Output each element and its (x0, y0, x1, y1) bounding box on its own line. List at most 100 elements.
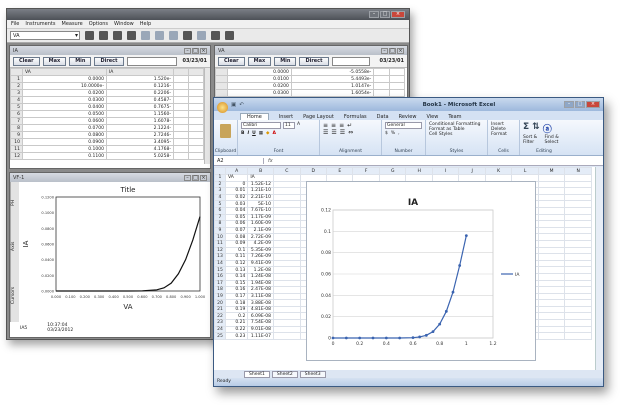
empty-cell[interactable] (187, 96, 205, 104)
column-header[interactable]: H (405, 167, 433, 175)
va-cell[interactable]: 0.1000 (22, 145, 107, 153)
cell-b[interactable]: 7.26E-09 (247, 253, 275, 261)
value-cell[interactable]: -5.0558e- (290, 68, 375, 76)
cell[interactable] (537, 226, 566, 235)
va-cell[interactable]: 10.0000e- (22, 82, 107, 90)
cell[interactable] (564, 180, 592, 189)
va-cell[interactable]: 0.0400 (22, 103, 107, 111)
cell-a[interactable]: VA (224, 174, 249, 182)
column-header[interactable]: E (325, 167, 354, 175)
empty-cell[interactable] (373, 89, 390, 97)
va-cell[interactable]: 0.0000 (22, 75, 107, 83)
table-row[interactable]: 0.0200 1.0147e- (215, 82, 406, 90)
row-header[interactable]: 4 (214, 193, 226, 202)
cell-a[interactable]: 0.06 (224, 220, 249, 228)
clear-button[interactable]: Clear (218, 56, 245, 66)
va-cell[interactable]: 0.0600 (22, 117, 107, 125)
cell[interactable] (537, 325, 566, 334)
cell[interactable] (273, 206, 301, 215)
direct-button[interactable]: Direct (299, 56, 329, 66)
cell-b[interactable]: 2.1E-09 (247, 226, 275, 235)
cell[interactable] (537, 286, 566, 294)
cell[interactable] (537, 200, 566, 208)
min-button[interactable]: Min (69, 56, 92, 66)
min-button[interactable]: Min (274, 56, 297, 66)
cell[interactable] (537, 312, 566, 321)
office-button-icon[interactable] (217, 102, 228, 113)
row-header[interactable]: 25 (214, 332, 226, 340)
va-cell[interactable]: 0.0000 (227, 68, 292, 76)
cell[interactable] (564, 253, 592, 261)
maximize-button[interactable]: □ (389, 47, 396, 54)
table-row[interactable]: 2 10.0000e- 0.1216- (10, 82, 205, 90)
va-cell[interactable]: 0.0300 (22, 96, 107, 104)
font-color-icon[interactable]: A (273, 131, 276, 136)
table-row[interactable]: 4 0.0300 0.4587- (10, 96, 205, 104)
cell[interactable] (537, 259, 566, 268)
value-field[interactable] (126, 56, 177, 66)
cell[interactable] (537, 193, 566, 202)
cell[interactable] (537, 213, 566, 222)
find-select-button[interactable]: Find & Select (545, 135, 565, 145)
empty-cell[interactable] (173, 152, 189, 160)
cell[interactable] (564, 193, 592, 202)
table-row[interactable]: 10 0.0900 3.4095- (10, 138, 205, 146)
table-row[interactable]: 5 0.0400 0.7675- (10, 103, 205, 111)
cell-b[interactable]: 1.11E-07 (247, 332, 275, 340)
empty-cell[interactable] (187, 89, 205, 97)
cell-b[interactable]: 1.24E-08 (247, 272, 275, 281)
minimize-button[interactable]: – (184, 47, 191, 54)
maximize-button[interactable]: □ (574, 101, 585, 108)
row-header[interactable]: 14 (214, 259, 226, 268)
direct-button[interactable]: Direct (94, 56, 124, 66)
cell-b[interactable]: 1.17E-09 (247, 213, 275, 222)
cell[interactable] (273, 266, 301, 274)
cell[interactable] (537, 187, 566, 195)
menu-options[interactable]: Options (89, 21, 108, 27)
row-header[interactable]: 3 (214, 187, 226, 195)
cell[interactable] (564, 174, 592, 182)
ia-cell[interactable]: 2.1224- (105, 124, 175, 132)
empty-cell[interactable] (373, 68, 390, 76)
empty-cell[interactable] (373, 82, 390, 90)
table-row[interactable]: 3 0.0200 0.2206- (10, 89, 205, 97)
cell-b[interactable]: 9.01E-08 (247, 325, 275, 334)
empty-cell[interactable] (173, 110, 189, 118)
ia-cell[interactable]: 0.2206- (105, 89, 175, 97)
sweep-icon[interactable] (141, 31, 150, 40)
column-header[interactable]: M (537, 167, 566, 175)
column-header[interactable]: N (564, 167, 592, 175)
cell[interactable] (273, 187, 301, 195)
align-right-icon[interactable]: ☰ (340, 129, 345, 136)
row-header[interactable]: 10 (214, 233, 226, 241)
list-icon[interactable] (113, 31, 122, 40)
va-cell[interactable]: 0.0500 (22, 110, 107, 118)
cell[interactable] (537, 272, 566, 281)
cell-a[interactable]: 0.2 (224, 312, 249, 321)
cell[interactable] (564, 239, 592, 248)
cell-b[interactable]: 4.81E-08 (247, 305, 275, 314)
close-button[interactable]: × (200, 47, 207, 54)
row-header[interactable]: 7 (214, 213, 226, 222)
va-cell[interactable]: 0.0700 (22, 124, 107, 132)
clear-button[interactable]: Clear (13, 56, 40, 66)
cell-b[interactable]: 7.54E-08 (247, 319, 275, 327)
sort-filter-icon[interactable]: ⇅ (532, 122, 540, 135)
gear-icon[interactable] (99, 31, 108, 40)
value-cell[interactable]: 5.4493e- (290, 75, 375, 83)
maximize-button[interactable]: □ (380, 11, 390, 18)
column-header[interactable]: G (378, 167, 407, 175)
empty-cell[interactable] (173, 131, 189, 139)
ia-cell[interactable]: 0.4587- (105, 96, 175, 104)
cell[interactable] (273, 272, 301, 281)
sort-filter-button[interactable]: Sort & Filter (523, 135, 542, 145)
cell-a[interactable]: 0.02 (224, 193, 249, 202)
cell-b[interactable]: 2.47E-08 (247, 286, 275, 294)
column-header[interactable]: A (224, 167, 249, 175)
cell-b[interactable]: 3.11E-08 (247, 292, 275, 301)
cell[interactable] (537, 292, 566, 301)
empty-cell[interactable] (187, 75, 205, 83)
side-tab-cursors[interactable]: Cursors (11, 287, 19, 304)
empty-cell[interactable] (173, 89, 189, 97)
underline-button[interactable]: U (252, 131, 256, 136)
